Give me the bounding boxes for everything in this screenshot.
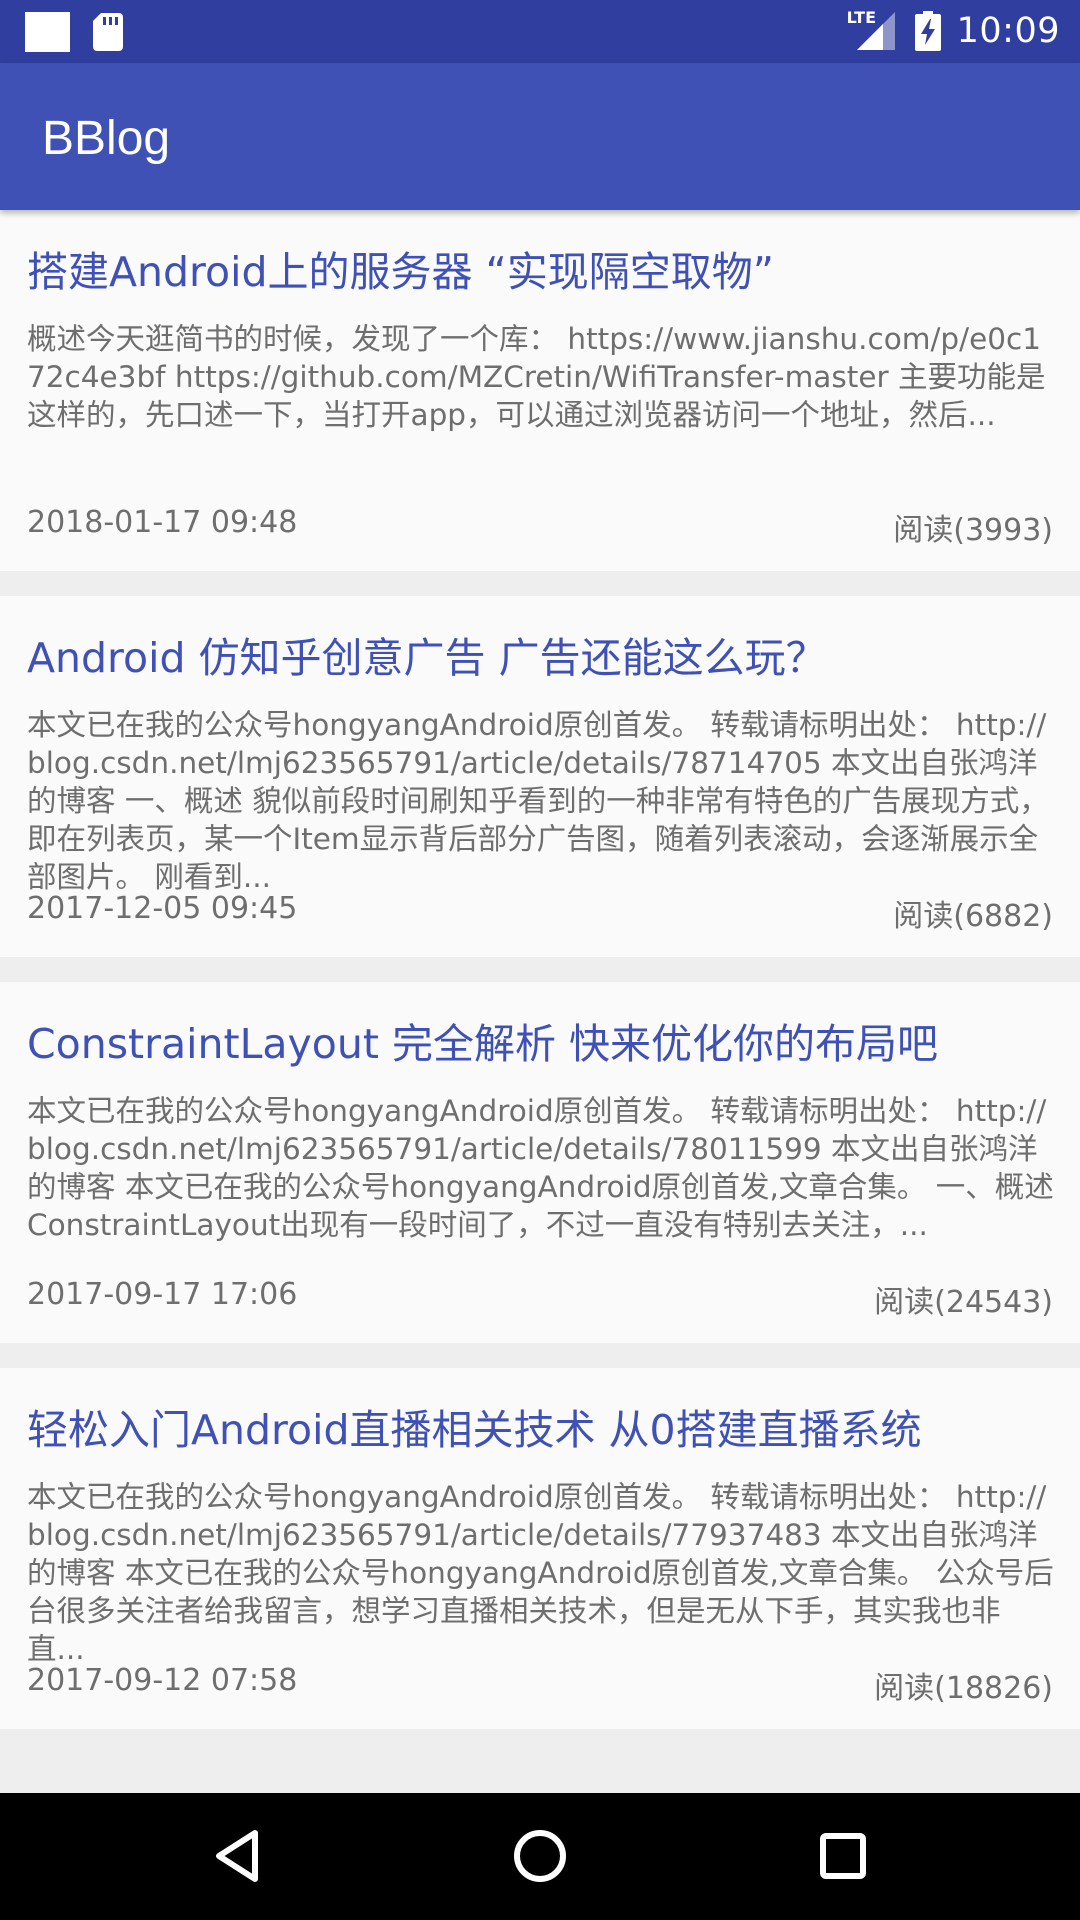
article-read-count: 阅读(18826) (874, 1671, 1053, 1706)
article-list[interactable]: 搭建Android上的服务器 “实现隔空取物” 概述今天逛简书的时候，发现了一个… (0, 210, 1080, 1793)
notification-square-icon (25, 12, 70, 52)
back-icon[interactable] (205, 1823, 271, 1889)
article-date: 2017-12-05 09:45 (27, 891, 298, 926)
article-title: 轻松入门Android直播相关技术 从0搭建直播系统 (27, 1406, 922, 1454)
article-summary: 本文已在我的公众号hongyangAndroid原创首发。 转载请标明出处： h… (27, 1480, 1054, 1666)
recents-icon[interactable] (810, 1823, 876, 1889)
article-date: 2017-09-12 07:58 (27, 1663, 298, 1698)
article-summary: 本文已在我的公众号hongyangAndroid原创首发。 转载请标明出处： h… (27, 708, 1049, 894)
article-card[interactable]: Android 仿知乎创意广告 广告还能这么玩？ 本文已在我的公众号hongya… (0, 596, 1080, 957)
article-date: 2017-09-17 17:06 (27, 1277, 298, 1312)
app-title: BBlog (42, 112, 171, 165)
article-summary: 概述今天逛简书的时候，发现了一个库： https://www.jianshu.c… (27, 322, 1046, 432)
home-icon[interactable] (507, 1823, 573, 1889)
article-card[interactable]: 搭建Android上的服务器 “实现隔空取物” 概述今天逛简书的时候，发现了一个… (0, 210, 1080, 571)
article-read-count: 阅读(24543) (874, 1285, 1053, 1320)
lte-signal-icon: LTE (847, 8, 897, 52)
article-title: Android 仿知乎创意广告 广告还能这么玩？ (27, 634, 827, 682)
article-card[interactable]: 轻松入门Android直播相关技术 从0搭建直播系统 本文已在我的公众号hong… (0, 1368, 1080, 1729)
article-card[interactable]: ConstraintLayout 完全解析 快来优化你的布局吧 本文已在我的公众… (0, 982, 1080, 1343)
status-bar: LTE 10:09 (0, 0, 1080, 63)
battery-charging-icon (914, 11, 941, 51)
sd-card-icon (93, 13, 123, 51)
navigation-bar (0, 1793, 1080, 1920)
article-title: 搭建Android上的服务器 “实现隔空取物” (27, 248, 775, 296)
app-bar: BBlog (0, 63, 1080, 210)
article-date: 2018-01-17 09:48 (27, 505, 298, 540)
article-read-count: 阅读(6882) (893, 899, 1053, 934)
article-read-count: 阅读(3993) (893, 513, 1053, 548)
article-summary: 本文已在我的公众号hongyangAndroid原创首发。 转载请标明出处： h… (27, 1094, 1054, 1242)
clock: 10:09 (956, 11, 1060, 51)
article-title: ConstraintLayout 完全解析 快来优化你的布局吧 (27, 1020, 939, 1068)
